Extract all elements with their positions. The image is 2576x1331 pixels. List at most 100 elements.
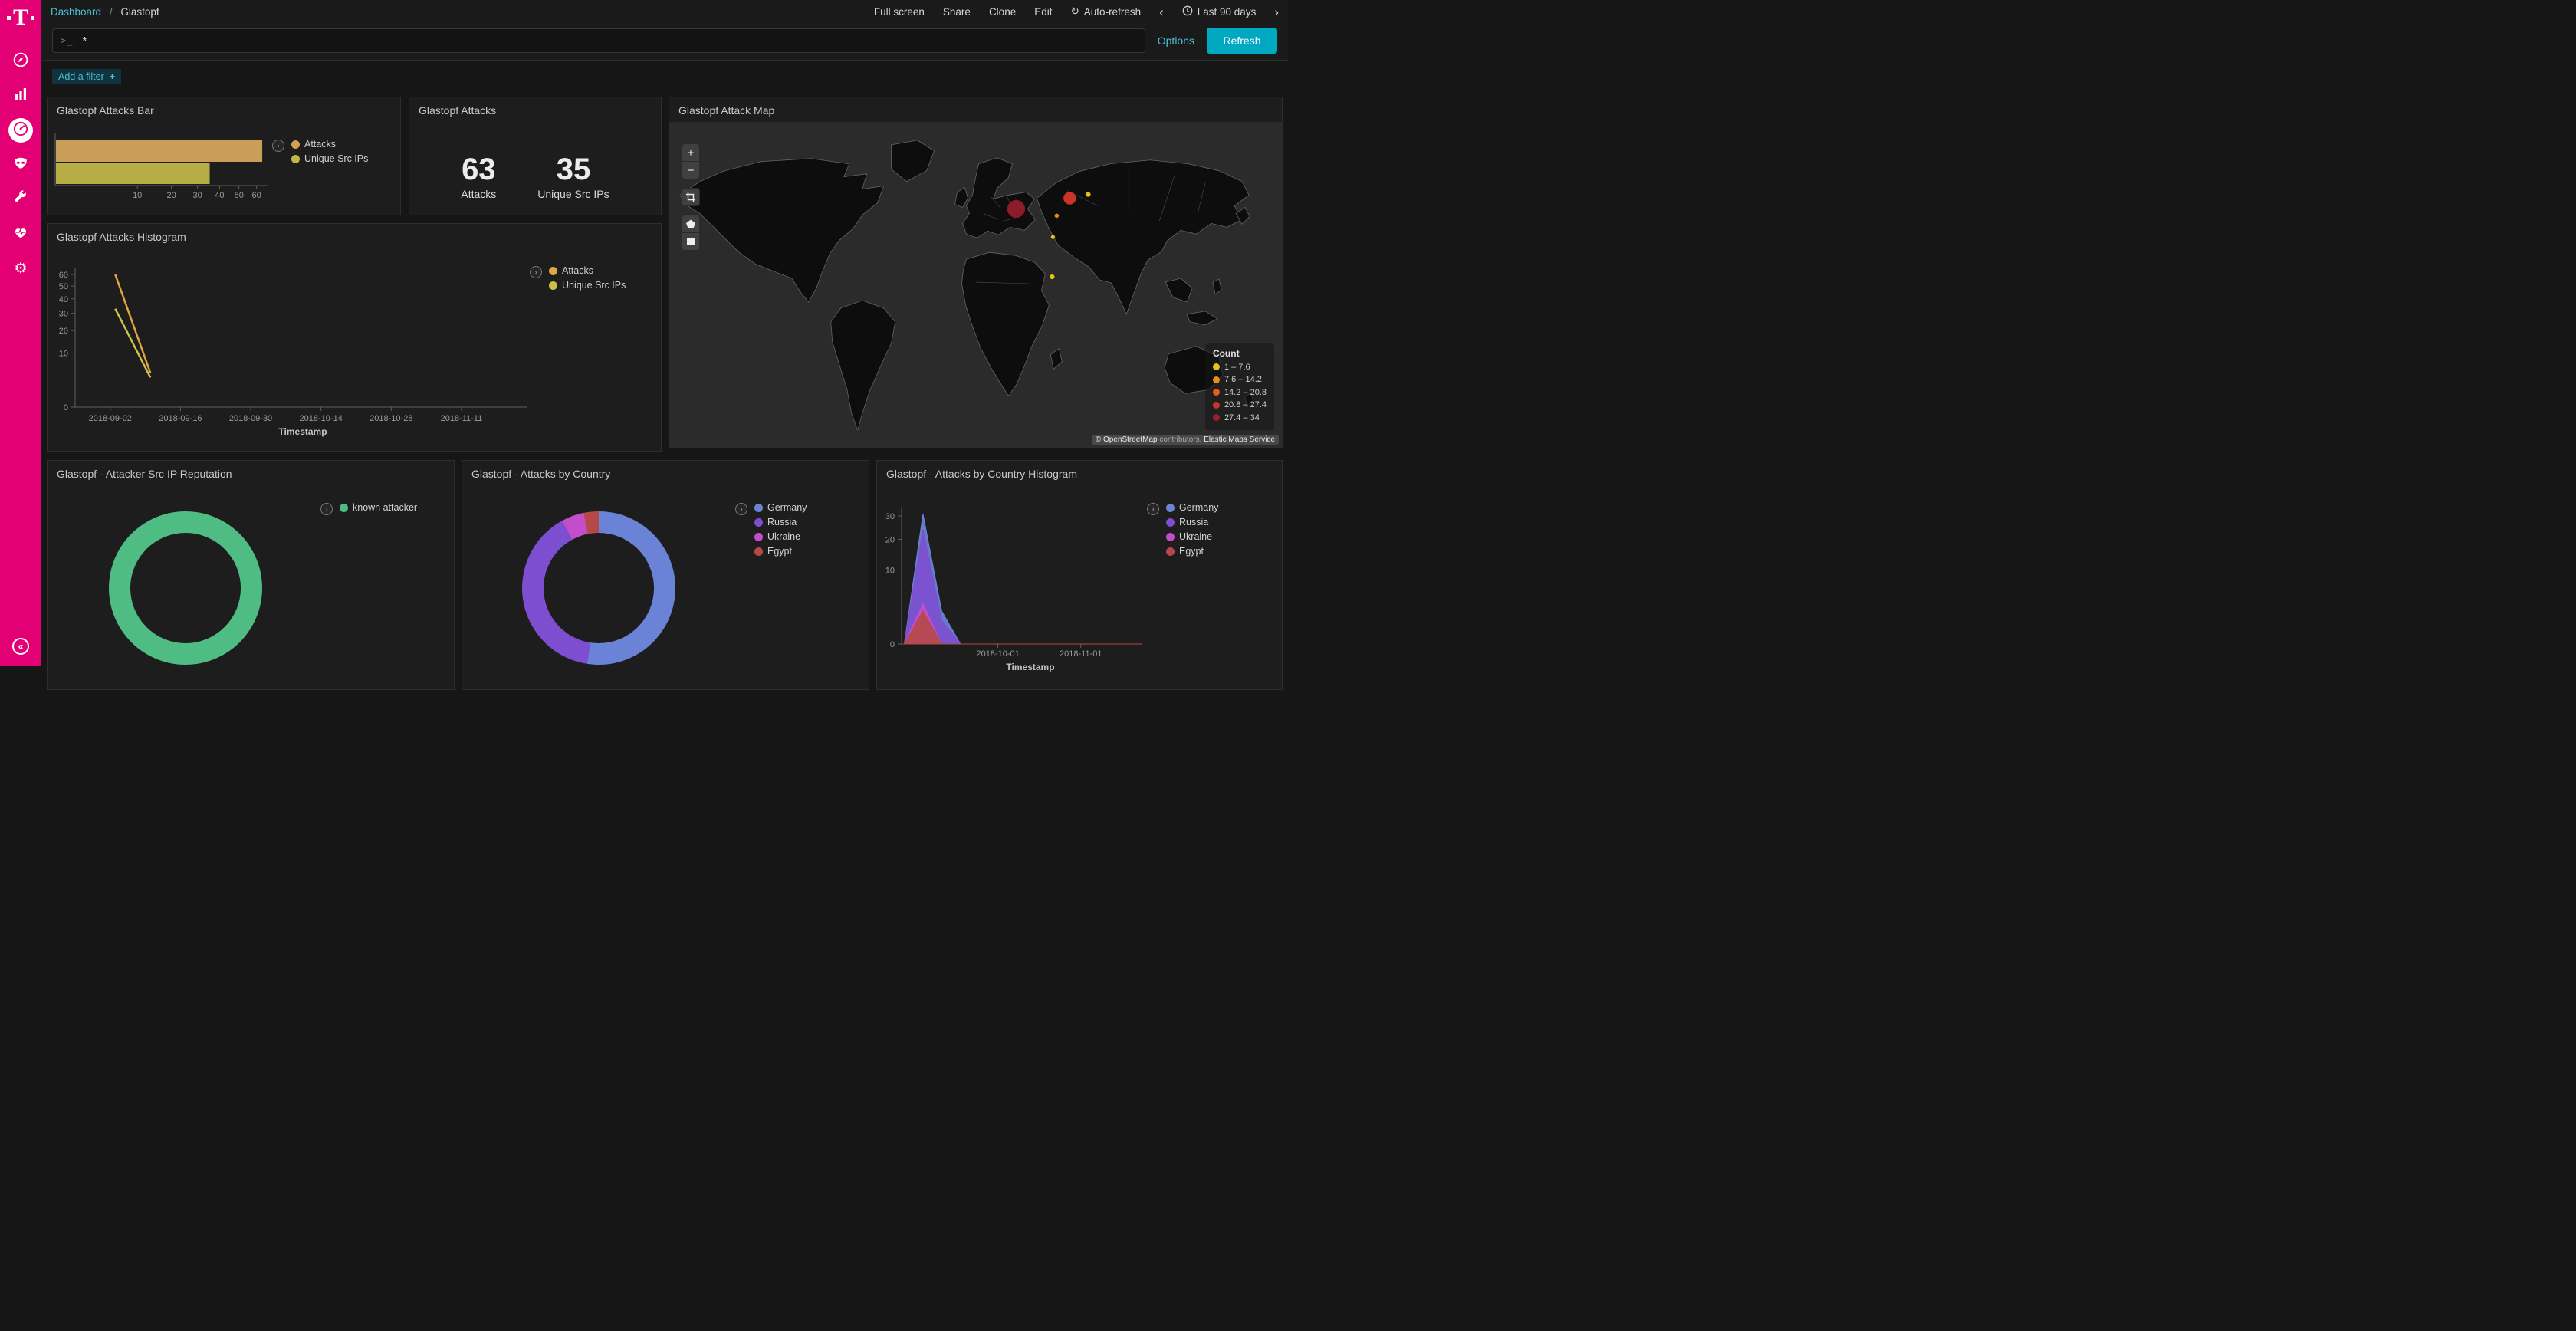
- panel-title: Glastopf Attacks: [409, 97, 661, 123]
- svg-text:60: 60: [251, 191, 261, 200]
- legend-toggle-icon[interactable]: ›: [735, 503, 748, 515]
- compass-icon: [12, 51, 29, 72]
- top-nav-bar: Dashboard / Glastopf Full screen Share C…: [41, 0, 1288, 23]
- metric-unique-src-ips: 35 Unique Src IPs: [537, 154, 609, 200]
- legend-item[interactable]: Germany: [1166, 502, 1218, 513]
- legend-item[interactable]: Russia: [754, 517, 807, 527]
- plus-icon: +: [110, 71, 115, 82]
- time-forward-button[interactable]: ›: [1274, 5, 1279, 18]
- telekom-logo[interactable]: T: [7, 6, 34, 29]
- legend-item[interactable]: Attacks: [291, 139, 368, 150]
- svg-text:Timestamp: Timestamp: [278, 426, 327, 437]
- attacks-bar-chart[interactable]: 102030405060: [48, 120, 400, 214]
- breadcrumb-dashboard-link[interactable]: Dashboard: [51, 6, 101, 18]
- sidebar-item-management[interactable]: ⚙: [8, 256, 33, 281]
- heartbeat-icon: [12, 224, 29, 245]
- gear-icon: ⚙: [14, 261, 27, 276]
- svg-text:30: 30: [59, 310, 68, 319]
- legend-item[interactable]: Attacks: [549, 265, 626, 276]
- add-filter-link[interactable]: Add a filter +: [52, 69, 121, 84]
- time-range-label: Last 90 days: [1198, 6, 1257, 18]
- country-histogram-chart[interactable]: 01020302018-10-012018-11-01Timestamp: [877, 484, 1282, 689]
- svg-text:30: 30: [886, 512, 895, 521]
- breadcrumb-current: Glastopf: [120, 6, 159, 18]
- sidebar-item-visualize[interactable]: [8, 84, 33, 108]
- map-legend-item: 1 – 7.6: [1213, 361, 1267, 374]
- elastic-maps-link[interactable]: Elastic Maps Service: [1204, 435, 1275, 444]
- query-input[interactable]: >_ *: [52, 28, 1145, 53]
- rectangle-tool-button[interactable]: [682, 232, 700, 251]
- svg-text:10: 10: [133, 191, 142, 200]
- edit-button[interactable]: Edit: [1034, 6, 1052, 18]
- svg-text:2018-10-14: 2018-10-14: [300, 414, 343, 423]
- svg-text:20: 20: [886, 536, 895, 545]
- panel-title: Glastopf Attacks Bar: [48, 97, 400, 123]
- legend-item[interactable]: Ukraine: [1166, 531, 1218, 542]
- sidebar-collapse-button[interactable]: «: [12, 638, 29, 655]
- panel-title: Glastopf - Attacks by Country: [462, 461, 869, 487]
- map-legend-item: 14.2 – 20.8: [1213, 386, 1267, 399]
- logo-dot: [31, 16, 34, 20]
- zoom-in-button[interactable]: +: [682, 143, 700, 162]
- svg-text:50: 50: [59, 282, 68, 291]
- reputation-donut-chart[interactable]: [109, 511, 262, 665]
- legend-toggle-icon[interactable]: ›: [1147, 503, 1159, 515]
- filter-bar: Add a filter +: [41, 61, 1288, 93]
- metric-group: 63 Attacks 35 Unique Src IPs: [409, 154, 661, 200]
- legend-item[interactable]: Ukraine: [754, 531, 807, 542]
- logo-dot: [7, 16, 11, 20]
- refresh-cycle-icon: ↻: [1070, 5, 1079, 18]
- logo-letter: T: [13, 6, 28, 29]
- svg-text:30: 30: [193, 191, 202, 200]
- legend-item[interactable]: known attacker: [340, 502, 417, 513]
- world-map[interactable]: + − Count 1 – 7.67.6 – 14.214.2 – 20.820…: [669, 122, 1282, 447]
- panel-country-histogram: Glastopf - Attacks by Country Histogram …: [876, 460, 1283, 690]
- sidebar-item-dashboard[interactable]: [8, 118, 33, 143]
- legend: › Germany Russia Ukraine Egypt: [1147, 502, 1218, 557]
- legend: › known attacker: [320, 502, 417, 515]
- sidebar-item-discover[interactable]: [8, 49, 33, 74]
- legend-toggle-icon[interactable]: ›: [320, 503, 333, 515]
- bar-chart-icon: [12, 86, 29, 107]
- full-screen-button[interactable]: Full screen: [874, 6, 925, 18]
- dashboard-icon: [12, 120, 29, 141]
- sidebar-nav: ⚙: [8, 49, 33, 281]
- legend-toggle-icon[interactable]: ›: [530, 266, 542, 278]
- svg-text:2018-10-28: 2018-10-28: [370, 414, 412, 423]
- legend-item[interactable]: Egypt: [1166, 546, 1218, 557]
- sidebar-item-monitoring[interactable]: [8, 222, 33, 246]
- sidebar-item-honeypot[interactable]: [8, 153, 33, 177]
- legend-item[interactable]: Unique Src IPs: [291, 153, 368, 164]
- zoom-out-button[interactable]: −: [682, 161, 700, 179]
- svg-text:50: 50: [235, 191, 244, 200]
- add-filter-label: Add a filter: [58, 71, 104, 82]
- legend-item[interactable]: Unique Src IPs: [549, 280, 626, 291]
- country-donut-chart[interactable]: [522, 511, 675, 665]
- breadcrumb: Dashboard / Glastopf: [51, 6, 159, 18]
- refresh-button[interactable]: Refresh: [1207, 28, 1277, 54]
- share-button[interactable]: Share: [943, 6, 971, 18]
- top-actions: Full screen Share Clone Edit ↻ Auto-refr…: [874, 5, 1279, 18]
- legend-toggle-icon[interactable]: ›: [272, 140, 284, 152]
- svg-text:20: 20: [59, 327, 68, 336]
- clone-button[interactable]: Clone: [989, 6, 1016, 18]
- query-value: *: [82, 35, 87, 48]
- time-picker-button[interactable]: Last 90 days: [1182, 5, 1257, 18]
- wrench-icon: [12, 189, 29, 210]
- osm-attribution-link[interactable]: © OpenStreetMap: [1096, 435, 1158, 444]
- legend-item[interactable]: Russia: [1166, 517, 1218, 527]
- sidebar-item-devtools[interactable]: [8, 187, 33, 212]
- legend-item[interactable]: Egypt: [754, 546, 807, 557]
- time-back-button[interactable]: ‹: [1159, 5, 1164, 18]
- map-controls: + −: [682, 143, 700, 251]
- options-link[interactable]: Options: [1158, 35, 1194, 47]
- legend: › Attacks Unique Src IPs: [272, 139, 368, 164]
- svg-text:20: 20: [166, 191, 176, 200]
- auto-refresh-button[interactable]: ↻ Auto-refresh: [1070, 5, 1141, 18]
- metric-value: 35: [537, 154, 609, 185]
- legend-item[interactable]: Germany: [754, 502, 807, 513]
- crop-tool-button[interactable]: [682, 188, 700, 206]
- polygon-tool-button[interactable]: [682, 215, 700, 233]
- panel-title: Glastopf Attack Map: [669, 97, 1282, 123]
- map-count-legend: Count 1 – 7.67.6 – 14.214.2 – 20.820.8 –…: [1205, 343, 1274, 431]
